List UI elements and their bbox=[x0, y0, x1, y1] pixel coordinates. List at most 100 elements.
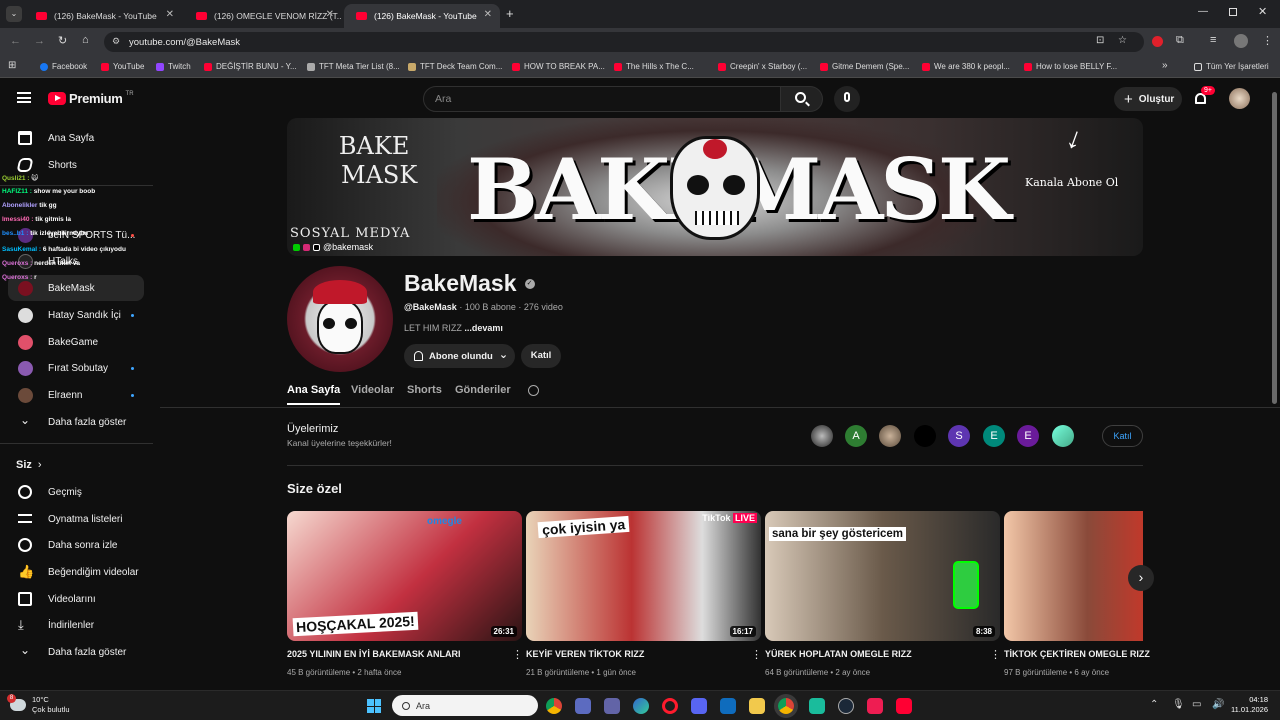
steam-icon[interactable] bbox=[838, 698, 854, 714]
video-title[interactable]: YÜREK HOPLATAN OMEGLE RIZZ bbox=[765, 649, 912, 659]
tray-chevron-icon[interactable]: ⌃ bbox=[1150, 699, 1158, 710]
member-avatar[interactable]: E bbox=[983, 425, 1005, 447]
opera-extension-icon[interactable] bbox=[1152, 36, 1163, 47]
video-thumbnail[interactable] bbox=[1004, 511, 1143, 641]
video-title[interactable]: KEYİF VEREN TİKTOK RIZZ bbox=[526, 649, 644, 659]
weather-widget[interactable]: 8 10°C Çok bulutlu bbox=[7, 694, 70, 715]
close-tab-icon[interactable]: ✕ bbox=[326, 9, 334, 20]
next-arrow-button[interactable]: › bbox=[1128, 565, 1154, 591]
video-thumbnail[interactable]: omegle HOŞÇAKAL 2025! 26:31 bbox=[287, 511, 522, 641]
member-avatar[interactable] bbox=[879, 425, 901, 447]
chrome-icon[interactable] bbox=[546, 698, 562, 714]
bookmark-star-icon[interactable]: ☆ bbox=[1118, 35, 1127, 46]
member-avatar[interactable] bbox=[811, 425, 833, 447]
site-info-icon[interactable]: ⚙ bbox=[112, 36, 120, 47]
clock[interactable]: 04:18 11.01.2026 bbox=[1226, 695, 1268, 715]
tab-shorts[interactable]: Shorts bbox=[407, 384, 442, 396]
channel-description[interactable]: LET HIM RIZZ ...devamı bbox=[404, 323, 503, 333]
page-scrollbar[interactable] bbox=[1272, 92, 1277, 404]
speaker-tray-icon[interactable]: 🔊 bbox=[1212, 699, 1224, 710]
voice-search-button[interactable] bbox=[834, 86, 860, 112]
bookmark-item[interactable]: Twitch bbox=[156, 62, 191, 71]
join-button[interactable]: Katıl bbox=[521, 344, 561, 368]
bookmark-item[interactable]: We are 380 k peopl... bbox=[922, 62, 1010, 71]
sidebar-item-downloads[interactable]: ⤓ İndirilenler bbox=[8, 612, 144, 638]
account-avatar[interactable] bbox=[1229, 88, 1250, 109]
forward-icon[interactable]: → bbox=[34, 35, 45, 47]
bookmark-item[interactable]: Facebook bbox=[40, 62, 87, 71]
apps-grid-icon[interactable]: ⊞ bbox=[8, 60, 16, 71]
tab-posts[interactable]: Gönderiler bbox=[455, 384, 511, 396]
install-app-icon[interactable]: ⊡ bbox=[1096, 35, 1104, 46]
video-thumbnail[interactable]: çok iyisin ya TikTok LIVE 16:17 bbox=[526, 511, 761, 641]
sidebar-item-history[interactable]: Geçmiş bbox=[8, 479, 144, 505]
search-box[interactable]: Ara bbox=[423, 86, 781, 112]
bookmark-item[interactable]: HOW TO BREAK PA... bbox=[512, 62, 605, 71]
address-bar[interactable]: ⚙ youtube.com/@BakeMask ⊡ ☆ bbox=[104, 32, 1144, 52]
tiktok-icon[interactable] bbox=[867, 698, 883, 714]
video-thumbnail[interactable]: sana bir şey göstericem 8:38 bbox=[765, 511, 1000, 641]
browser-tab-active[interactable]: (126) BakeMask - YouTube ✕ bbox=[344, 4, 500, 28]
bookmark-item[interactable]: The Hills x The C... bbox=[614, 62, 694, 71]
sidebar-item-watch-later[interactable]: Daha sonra izle bbox=[8, 532, 144, 558]
more-options-icon[interactable]: ⋮ bbox=[751, 648, 762, 661]
youtube-app-icon[interactable] bbox=[896, 698, 912, 714]
sidebar-item-liked-videos[interactable]: 👍 Beğendiğim videolar bbox=[8, 559, 144, 585]
subscribed-button[interactable]: Abone olundu ⌄ bbox=[404, 344, 515, 368]
channel-search-icon[interactable] bbox=[528, 385, 539, 396]
member-avatar[interactable] bbox=[914, 425, 936, 447]
member-avatar[interactable]: A bbox=[845, 425, 867, 447]
sidebar-item-your-videos[interactable]: Videolarını bbox=[8, 586, 144, 612]
home-icon[interactable]: ⌂ bbox=[82, 34, 89, 46]
chevron-right-icon[interactable]: » bbox=[1162, 60, 1168, 71]
video-title[interactable]: 2025 YILININ EN İYİ BAKEMASK ANLARI bbox=[287, 649, 461, 659]
opera-icon[interactable] bbox=[662, 698, 678, 714]
bookmark-item[interactable]: TFT Deck Team Com... bbox=[408, 62, 502, 71]
start-button[interactable] bbox=[367, 699, 381, 713]
sidebar-item-home[interactable]: Ana Sayfa bbox=[8, 125, 144, 151]
member-avatar[interactable] bbox=[1052, 425, 1074, 447]
show-more-link[interactable]: ...devamı bbox=[464, 323, 503, 333]
bookmark-item[interactable]: TFT Meta Tier List (8... bbox=[307, 62, 400, 71]
bookmark-item[interactable]: Creepin' x Starboy (... bbox=[718, 62, 807, 71]
close-tab-icon[interactable]: ✕ bbox=[166, 9, 174, 20]
bookmark-item[interactable]: YouTube bbox=[101, 62, 144, 71]
video-title[interactable]: TİKTOK ÇEKTİREN OMEGLE RIZZ bbox=[1004, 649, 1150, 659]
minimize-icon[interactable]: — bbox=[1198, 6, 1208, 17]
bookmark-item[interactable]: How to lose BELLY F... bbox=[1024, 62, 1117, 71]
show-more-subscriptions[interactable]: ⌄ Daha fazla göster bbox=[8, 409, 144, 435]
edge-icon[interactable] bbox=[633, 698, 649, 714]
subscription-item[interactable]: Elraenn bbox=[8, 382, 144, 408]
subscription-item[interactable]: BakeGame bbox=[8, 329, 144, 355]
all-bookmarks[interactable]: Tüm Yer İşaretleri bbox=[1194, 62, 1269, 71]
subscription-item[interactable]: Fırat Sobutay bbox=[8, 355, 144, 381]
new-tab-button[interactable]: + bbox=[506, 6, 514, 21]
subscription-item[interactable]: Hatay Sandık İçi bbox=[8, 302, 144, 328]
back-icon[interactable]: ← bbox=[10, 35, 21, 47]
taskbar-search[interactable]: Ara bbox=[392, 695, 538, 716]
search-button[interactable] bbox=[781, 86, 823, 112]
search-input[interactable]: Ara bbox=[435, 93, 451, 105]
tab-home[interactable]: Ana Sayfa bbox=[287, 384, 341, 405]
app-icon[interactable] bbox=[809, 698, 825, 714]
menu-icon[interactable]: ⋮ bbox=[1262, 34, 1273, 47]
create-button[interactable]: + Oluştur bbox=[1114, 87, 1182, 111]
close-window-icon[interactable]: ✕ bbox=[1258, 5, 1267, 18]
tab-videos[interactable]: Videolar bbox=[351, 384, 394, 396]
media-control-icon[interactable]: ≡ bbox=[1210, 34, 1216, 46]
restore-icon[interactable] bbox=[1229, 8, 1237, 16]
browser-tab[interactable]: (126) BakeMask - YouTube ✕ bbox=[24, 4, 182, 28]
folder-icon[interactable] bbox=[749, 698, 765, 714]
tab-search-button[interactable]: ⌄ bbox=[6, 6, 22, 22]
notifications-button[interactable]: 9+ bbox=[1193, 86, 1215, 107]
extensions-icon[interactable]: ⧉ bbox=[1176, 34, 1184, 47]
member-avatar[interactable]: S bbox=[948, 425, 970, 447]
browser-tab[interactable]: (126) OMEGLE VENOM RİZZ (T... ✕ bbox=[184, 4, 342, 28]
microphone-tray-icon[interactable]: 🎙 bbox=[1172, 699, 1185, 710]
mail-icon[interactable] bbox=[720, 698, 736, 714]
discord-icon[interactable] bbox=[691, 698, 707, 714]
display-tray-icon[interactable]: ▭ bbox=[1192, 699, 1201, 710]
teams-icon[interactable] bbox=[604, 698, 620, 714]
youtube-logo[interactable]: Premium TR bbox=[48, 91, 134, 106]
profile-avatar[interactable] bbox=[1234, 34, 1248, 48]
